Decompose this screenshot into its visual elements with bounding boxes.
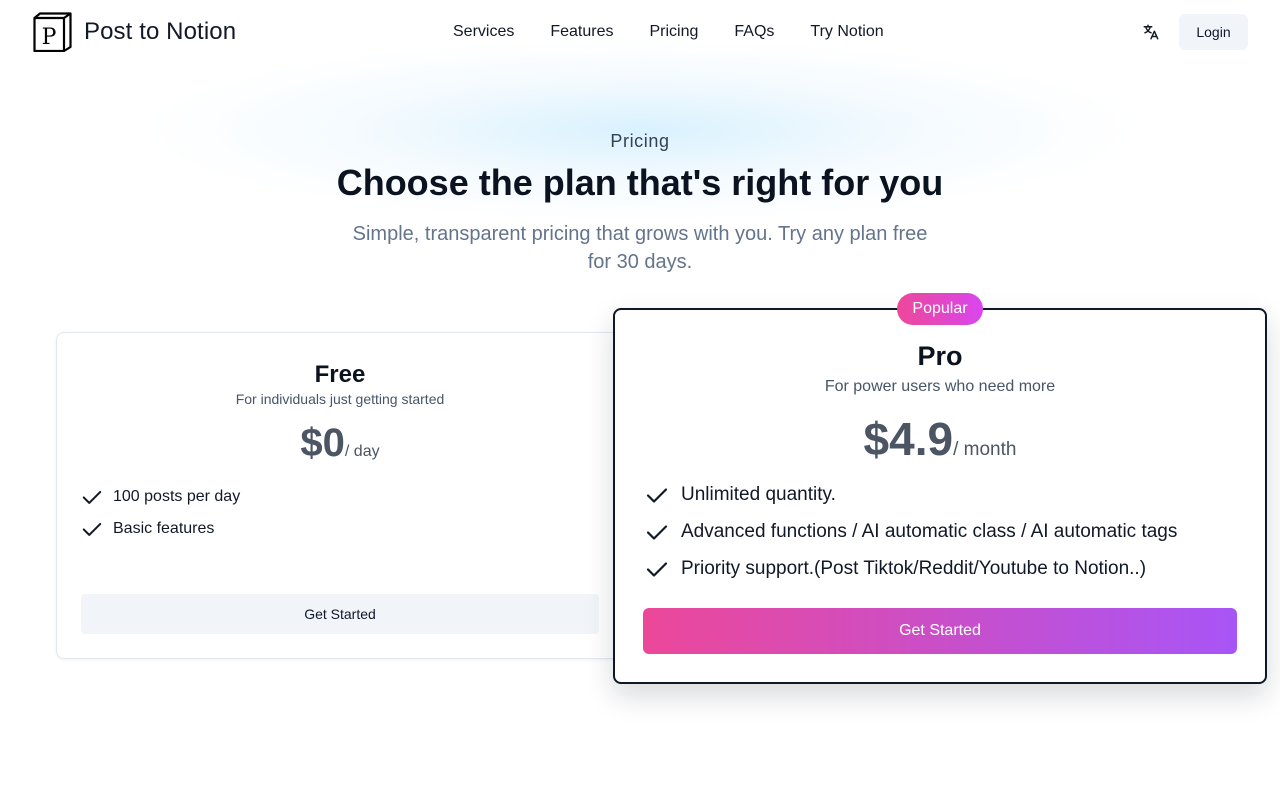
feature-text: Basic features — [113, 520, 215, 537]
nav-try-notion[interactable]: Try Notion — [792, 0, 901, 64]
check-icon — [646, 561, 668, 577]
site-header: P Post to Notion Services Features Prici… — [0, 0, 1280, 64]
nav-pricing[interactable]: Pricing — [632, 0, 717, 64]
nav-faqs[interactable]: FAQs — [716, 0, 792, 64]
pricing-page: P Post to Notion Services Features Prici… — [0, 0, 1280, 800]
price-amount: $0 — [300, 421, 345, 465]
feature-item: 100 posts per day — [81, 481, 240, 513]
price-unit: / month — [953, 439, 1017, 460]
check-icon — [646, 487, 668, 503]
check-icon — [82, 490, 102, 504]
feature-text: Priority support.(Post Tiktok/Reddit/You… — [681, 557, 1147, 579]
get-started-free-button[interactable]: Get Started — [81, 594, 599, 634]
check-icon — [646, 524, 668, 540]
notion-logo-icon: P — [33, 12, 72, 52]
feature-text: Advanced functions / AI automatic class … — [681, 520, 1178, 542]
plan-description: For individuals just getting started — [235, 391, 445, 407]
plan-card-free: Free For individuals just getting starte… — [56, 332, 624, 659]
brand-name: Post to Notion — [84, 18, 237, 45]
feature-item: Basic features — [81, 513, 240, 545]
price-amount: $4.9 — [863, 413, 954, 465]
login-button[interactable]: Login — [1179, 14, 1248, 50]
popular-badge: Popular — [897, 293, 983, 325]
plan-description: For power users who need more — [824, 378, 1056, 395]
page-subtitle: Simple, transparent pricing that grows w… — [352, 223, 928, 273]
plan-card-pro: Pro For power users who need more $4.9/ … — [613, 308, 1267, 684]
nav-services[interactable]: Services — [435, 0, 532, 64]
language-button[interactable] — [1136, 17, 1166, 47]
brand-logo-link[interactable]: P Post to Notion — [33, 12, 236, 52]
translate-icon — [1143, 24, 1159, 40]
feature-text: Unlimited quantity. — [681, 483, 836, 505]
section-eyebrow: Pricing — [610, 131, 670, 151]
check-icon — [82, 522, 102, 536]
plan-name: Free — [314, 361, 366, 388]
feature-item: Advanced functions / AI automatic class … — [645, 513, 1177, 550]
feature-item: Unlimited quantity. — [645, 476, 1177, 513]
get-started-pro-button[interactable]: Get Started — [643, 608, 1237, 654]
plan-price: $4.9/ month — [615, 412, 1265, 466]
main-nav: Services Features Pricing FAQs Try Notio… — [435, 0, 902, 64]
plan-name: Pro — [917, 341, 963, 371]
plan-price: $0/ day — [57, 421, 623, 466]
feature-item: Priority support.(Post Tiktok/Reddit/You… — [645, 550, 1177, 587]
nav-features[interactable]: Features — [532, 0, 631, 64]
feature-text: 100 posts per day — [113, 488, 241, 505]
page-title: Choose the plan that's right for you — [336, 162, 944, 203]
feature-list: Unlimited quantity. Advanced functions /… — [645, 476, 1177, 587]
svg-text:P: P — [42, 25, 57, 50]
feature-list: 100 posts per day Basic features — [81, 481, 240, 545]
price-unit: / day — [344, 443, 380, 460]
